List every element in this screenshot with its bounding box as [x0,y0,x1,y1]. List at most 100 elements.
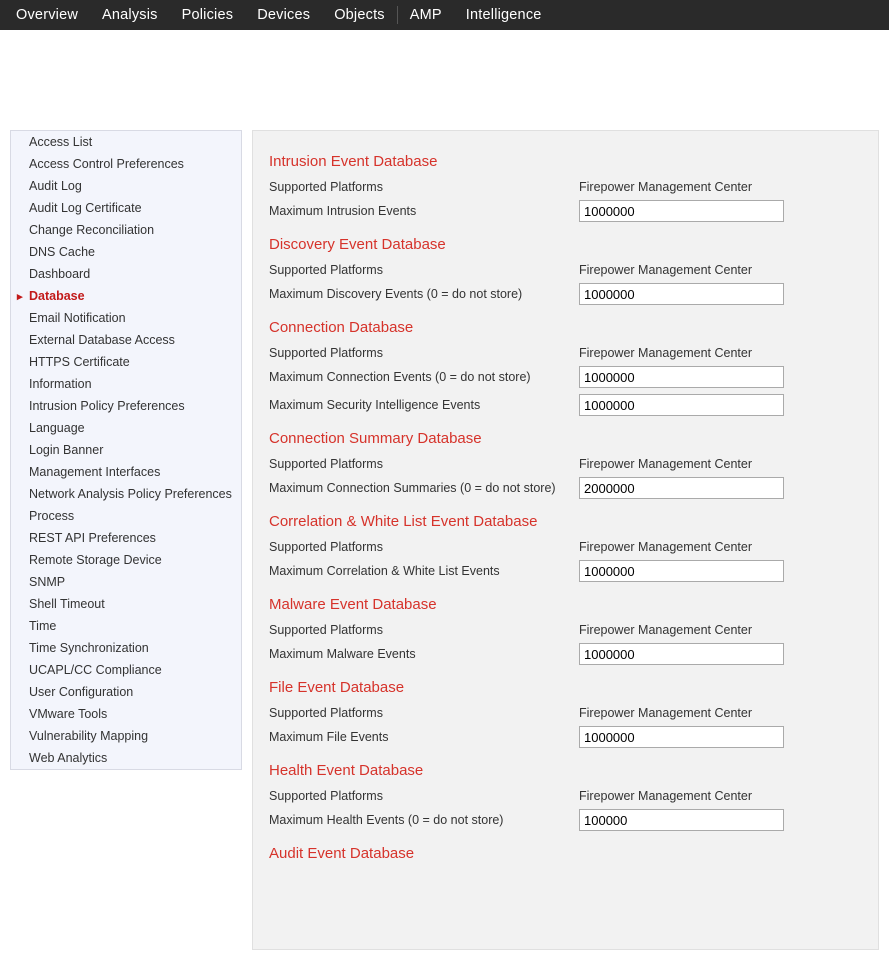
sidebar-item-label: Login Banner [29,443,103,457]
setting-input[interactable] [579,200,784,222]
sidebar-item-label: Audit Log Certificate [29,201,142,215]
nav-item-objects[interactable]: Objects [322,0,397,30]
sidebar-item-user-configuration[interactable]: User Configuration [11,681,241,703]
sidebar-item-label: Remote Storage Device [29,553,162,567]
setting-label: Maximum Discovery Events (0 = do not sto… [269,287,579,301]
sidebar-item-audit-log-certificate[interactable]: Audit Log Certificate [11,197,241,219]
section-title: Audit Event Database [269,845,862,862]
supported-platforms-value: Firepower Management Center [579,457,752,471]
section-title: Connection Database [269,319,862,336]
sidebar-item-label: Vulnerability Mapping [29,729,148,743]
section-title: File Event Database [269,679,862,696]
section-title: Correlation & White List Event Database [269,513,862,530]
sidebar-item-remote-storage-device[interactable]: Remote Storage Device [11,549,241,571]
sidebar-item-rest-api-preferences[interactable]: REST API Preferences [11,527,241,549]
sidebar-item-label: Change Reconciliation [29,223,154,237]
nav-item-amp[interactable]: AMP [398,0,454,30]
nav-item-devices[interactable]: Devices [245,0,322,30]
supported-platforms-value: Firepower Management Center [579,540,752,554]
supported-platforms-value: Firepower Management Center [579,706,752,720]
sidebar-item-label: Time Synchronization [29,641,149,655]
sidebar-item-change-reconciliation[interactable]: Change Reconciliation [11,219,241,241]
sidebar-item-label: Access Control Preferences [29,157,184,171]
supported-platforms-row: Supported PlatformsFirepower Management … [269,346,862,360]
supported-platforms-row: Supported PlatformsFirepower Management … [269,706,862,720]
nav-item-overview[interactable]: Overview [4,0,90,30]
sidebar-item-label: Intrusion Policy Preferences [29,399,185,413]
supported-platforms-value: Firepower Management Center [579,180,752,194]
section-title: Malware Event Database [269,596,862,613]
setting-input[interactable] [579,477,784,499]
sidebar-item-https-certificate[interactable]: HTTPS Certificate [11,351,241,373]
sidebar-item-label: Dashboard [29,267,90,281]
setting-input[interactable] [579,809,784,831]
sidebar-item-label: External Database Access [29,333,175,347]
main-panel: Intrusion Event Database Supported Platfo… [252,130,879,950]
setting-label: Maximum File Events [269,730,579,744]
sidebar-item-vmware-tools[interactable]: VMware Tools [11,703,241,725]
nav-item-analysis[interactable]: Analysis [90,0,170,30]
supported-platforms-label: Supported Platforms [269,623,579,637]
setting-row: Maximum Discovery Events (0 = do not sto… [269,283,862,305]
sidebar-item-vulnerability-mapping[interactable]: Vulnerability Mapping [11,725,241,747]
sidebar-item-dashboard[interactable]: Dashboard [11,263,241,285]
sidebar-item-dns-cache[interactable]: DNS Cache [11,241,241,263]
sidebar-item-label: Access List [29,135,92,149]
supported-platforms-label: Supported Platforms [269,706,579,720]
sidebar-item-web-analytics[interactable]: Web Analytics [11,747,241,769]
sidebar-item-label: User Configuration [29,685,133,699]
supported-platforms-row: Supported PlatformsFirepower Management … [269,180,862,194]
sidebar-item-login-banner[interactable]: Login Banner [11,439,241,461]
sidebar-item-information[interactable]: Information [11,373,241,395]
sidebar-item-access-control-preferences[interactable]: Access Control Preferences [11,153,241,175]
setting-row: Maximum Connection Events (0 = do not st… [269,366,862,388]
sidebar: Access List Access Control Preferences Aud… [10,130,242,770]
setting-row: Maximum Security Intelligence Events [269,394,862,416]
sidebar-item-email-notification[interactable]: Email Notification [11,307,241,329]
setting-label: Maximum Malware Events [269,647,579,661]
supported-platforms-label: Supported Platforms [269,457,579,471]
sidebar-item-snmp[interactable]: SNMP [11,571,241,593]
sidebar-item-ucapl-cc-compliance[interactable]: UCAPL/CC Compliance [11,659,241,681]
supported-platforms-value: Firepower Management Center [579,789,752,803]
setting-label: Maximum Health Events (0 = do not store) [269,813,579,827]
nav-item-policies[interactable]: Policies [170,0,246,30]
sidebar-item-audit-log[interactable]: Audit Log [11,175,241,197]
setting-input[interactable] [579,394,784,416]
sidebar-item-network-analysis-policy-preferences[interactable]: Network Analysis Policy Preferences [11,483,241,505]
supported-platforms-label: Supported Platforms [269,346,579,360]
setting-label: Maximum Intrusion Events [269,204,579,218]
supported-platforms-row: Supported PlatformsFirepower Management … [269,457,862,471]
sidebar-item-time[interactable]: Time [11,615,241,637]
sidebar-item-label: UCAPL/CC Compliance [29,663,162,677]
supported-platforms-label: Supported Platforms [269,263,579,277]
setting-input[interactable] [579,560,784,582]
sidebar-item-language[interactable]: Language [11,417,241,439]
supported-platforms-label: Supported Platforms [269,180,579,194]
sidebar-item-label: Audit Log [29,179,82,193]
sidebar-item-label: Shell Timeout [29,597,105,611]
setting-input[interactable] [579,643,784,665]
setting-input[interactable] [579,726,784,748]
section-title: Intrusion Event Database [269,153,862,170]
setting-input[interactable] [579,283,784,305]
sidebar-item-time-synchronization[interactable]: Time Synchronization [11,637,241,659]
sidebar-item-process[interactable]: Process [11,505,241,527]
supported-platforms-row: Supported PlatformsFirepower Management … [269,540,862,554]
sidebar-item-intrusion-policy-preferences[interactable]: Intrusion Policy Preferences [11,395,241,417]
nav-item-intelligence[interactable]: Intelligence [454,0,554,30]
sidebar-item-management-interfaces[interactable]: Management Interfaces [11,461,241,483]
sidebar-item-access-list[interactable]: Access List [11,131,241,153]
supported-platforms-value: Firepower Management Center [579,623,752,637]
setting-label: Maximum Connection Events (0 = do not st… [269,370,579,384]
supported-platforms-value: Firepower Management Center [579,263,752,277]
sidebar-item-label: Process [29,509,74,523]
supported-platforms-row: Supported PlatformsFirepower Management … [269,789,862,803]
sidebar-item-database[interactable]: Database [11,285,241,307]
setting-label: Maximum Security Intelligence Events [269,398,579,412]
sidebar-item-label: Information [29,377,92,391]
sidebar-item-shell-timeout[interactable]: Shell Timeout [11,593,241,615]
setting-row: Maximum Intrusion Events [269,200,862,222]
setting-input[interactable] [579,366,784,388]
sidebar-item-external-database-access[interactable]: External Database Access [11,329,241,351]
